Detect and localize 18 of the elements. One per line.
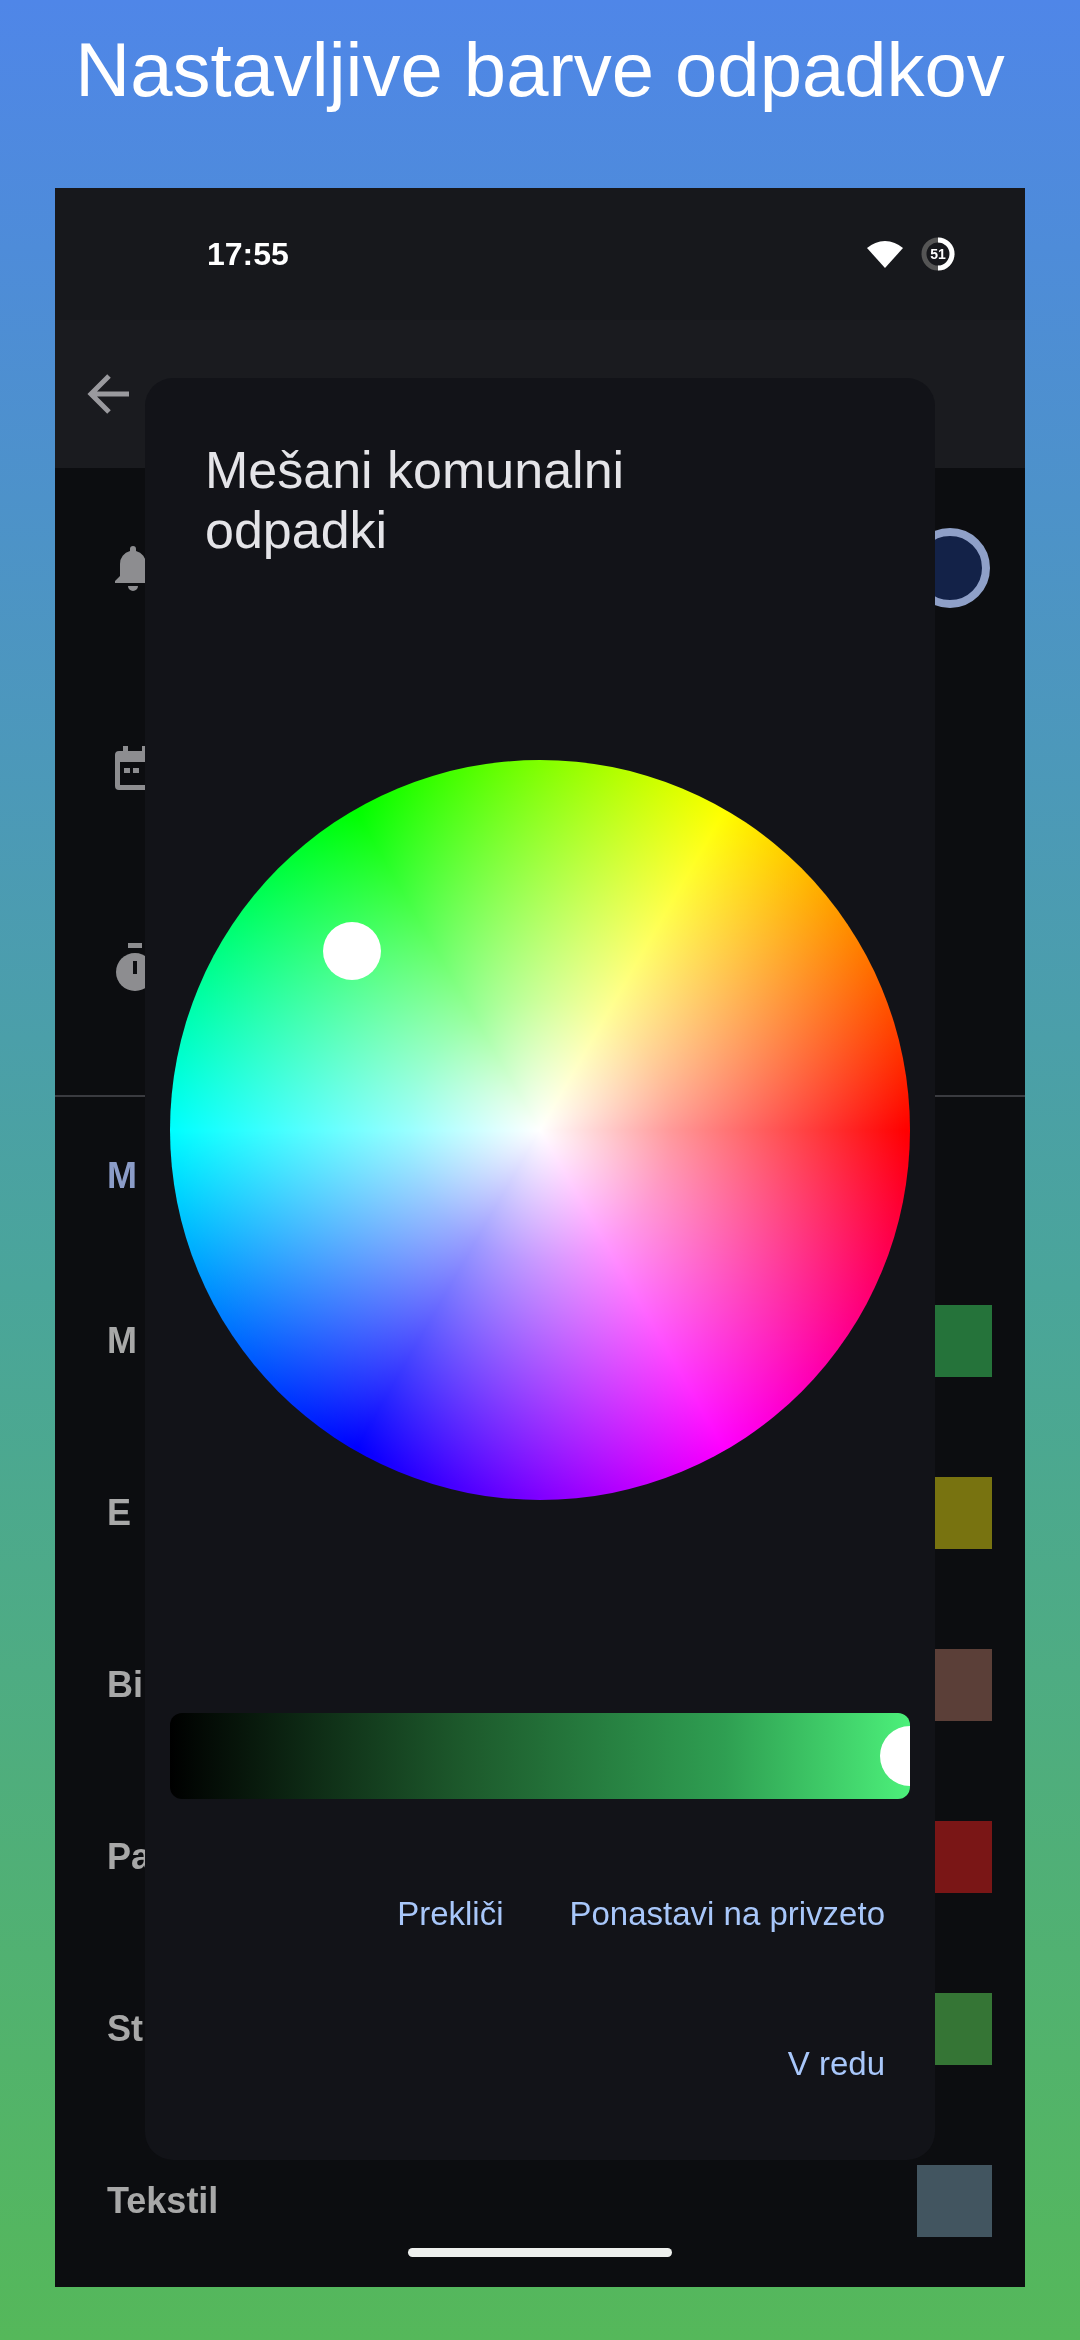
section-title: M: [107, 1155, 137, 1197]
wifi-icon: [867, 240, 903, 268]
reset-button[interactable]: Ponastavi na privzeto: [569, 1889, 885, 1939]
wheel-handle[interactable]: [323, 922, 381, 980]
color-swatch[interactable]: [917, 2165, 992, 2237]
back-arrow-icon[interactable]: [87, 374, 131, 414]
banner-title: Nastavljive barve odpadkov: [75, 25, 1005, 113]
battery-icon: 51: [921, 237, 955, 271]
waste-type-label[interactable]: M: [107, 1320, 137, 1362]
dialog-title: Mešani komunalni odpadki: [204, 440, 626, 560]
waste-type-label[interactable]: St: [107, 2008, 143, 2050]
waste-type-label[interactable]: Tekstil: [107, 2180, 219, 2222]
waste-type-label[interactable]: E: [107, 1492, 131, 1534]
brightness-slider[interactable]: [170, 1713, 910, 1799]
cancel-button[interactable]: Prekliči: [397, 1889, 504, 1939]
status-time: 17:55: [207, 235, 290, 273]
ok-button[interactable]: V redu: [787, 2039, 885, 2089]
waste-type-label[interactable]: Bi: [107, 1664, 143, 1706]
